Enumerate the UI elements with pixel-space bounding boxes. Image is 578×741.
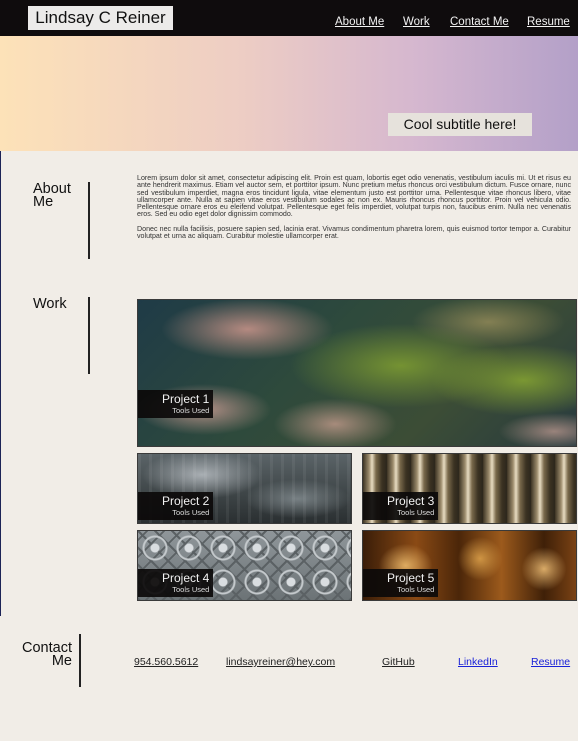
contact-linkedin-link[interactable]: LinkedIn (458, 656, 498, 668)
project-card-5[interactable]: Project 5 Tools Used (362, 530, 577, 601)
about-section-title: About Me (33, 181, 71, 210)
about-paragraph-1: Lorem ipsum dolor sit amet, consectetur … (137, 174, 571, 219)
top-navbar: Lindsay C Reiner About Me Work Contact M… (0, 0, 578, 36)
project-4-name: Project 4 (162, 571, 210, 585)
nav-about-me[interactable]: About Me (335, 16, 384, 28)
project-2-tools: Tools Used (172, 508, 210, 517)
contact-section-title: Contact Me (22, 640, 72, 669)
project-4-label: Project 4 Tools Used (138, 569, 214, 597)
contact-email-link[interactable]: lindsayreiner@hey.com (226, 656, 335, 668)
site-name[interactable]: Lindsay C Reiner (28, 6, 173, 30)
project-1-name: Project 1 (162, 392, 210, 406)
project-1-image (138, 300, 576, 446)
project-3-tools: Tools Used (397, 508, 435, 517)
project-card-2[interactable]: Project 2 Tools Used (137, 453, 352, 524)
project-5-name: Project 5 (387, 571, 435, 585)
nav-work[interactable]: Work (403, 16, 430, 28)
hero-subtitle: Cool subtitle here! (388, 113, 532, 136)
project-3-label: Project 3 Tools Used (363, 492, 439, 520)
contact-github-link[interactable]: GitHub (382, 656, 415, 668)
project-2-name: Project 2 (162, 494, 210, 508)
nav-resume[interactable]: Resume (527, 16, 570, 28)
project-5-label: Project 5 Tools Used (363, 569, 439, 597)
contact-phone-link[interactable]: 954.560.5612 (134, 656, 198, 668)
contact-divider (79, 634, 81, 687)
project-3-name: Project 3 (387, 494, 435, 508)
project-1-label: Project 1 Tools Used (138, 390, 214, 418)
about-paragraph-2: Donec nec nulla facilisis, posuere sapie… (137, 224, 571, 241)
project-1-tools: Tools Used (172, 406, 210, 415)
project-card-4[interactable]: Project 4 Tools Used (137, 530, 352, 601)
contact-resume-link[interactable]: Resume (531, 656, 570, 668)
about-divider (88, 182, 90, 259)
work-divider (88, 297, 90, 374)
about-text: Lorem ipsum dolor sit amet, consectetur … (137, 174, 571, 241)
project-5-tools: Tools Used (397, 585, 435, 594)
project-card-3[interactable]: Project 3 Tools Used (362, 453, 577, 524)
project-card-1[interactable]: Project 1 Tools Used (137, 299, 577, 447)
project-4-tools: Tools Used (172, 585, 210, 594)
work-section-title: Work (33, 296, 67, 312)
nav-contact-me[interactable]: Contact Me (450, 16, 509, 28)
project-2-label: Project 2 Tools Used (138, 492, 214, 520)
